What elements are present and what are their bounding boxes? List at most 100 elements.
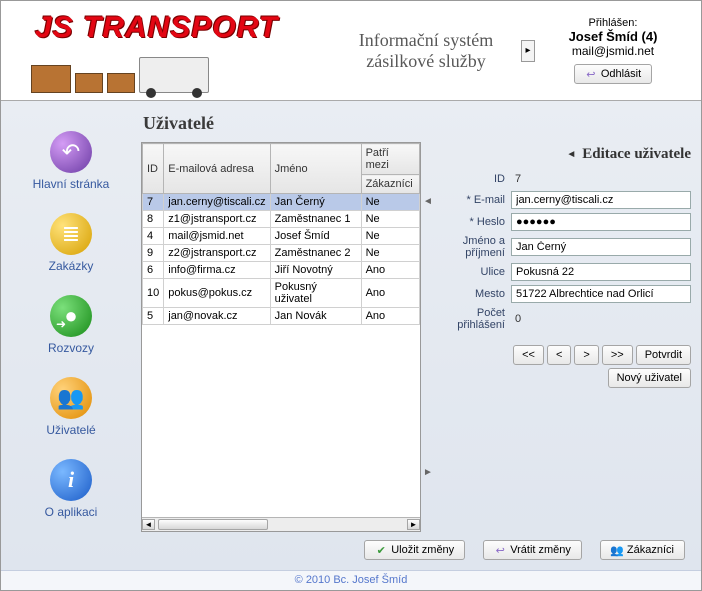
logged-user-name: Josef Šmíd (4) bbox=[543, 29, 683, 44]
email-field[interactable] bbox=[511, 191, 691, 209]
about-icon: i bbox=[50, 459, 92, 501]
table-row[interactable]: 5jan@novak.czJan NovákAno bbox=[143, 308, 420, 325]
sidebar-item-home[interactable]: ↶ Hlavní stránka bbox=[33, 131, 110, 191]
scroll-left-icon[interactable]: ◄ bbox=[142, 519, 155, 530]
table-row[interactable]: 4mail@jsmid.netJosef ŠmídNe bbox=[143, 228, 420, 245]
footer-link[interactable]: © 2010 Bc. Josef Šmíd bbox=[295, 574, 408, 586]
sidebar-item-orders[interactable]: ≣ Zakázky bbox=[49, 213, 94, 273]
sidebar-item-users[interactable]: 👥 Uživatelé bbox=[46, 377, 95, 437]
city-field[interactable] bbox=[511, 285, 691, 303]
page-title: Uživatelé bbox=[143, 113, 697, 134]
cell-name: Jan Novák bbox=[270, 308, 361, 325]
value-logins: 0 bbox=[511, 311, 691, 327]
splitter-left-icon[interactable]: ◄ bbox=[423, 196, 433, 207]
street-field[interactable] bbox=[511, 263, 691, 281]
splitter-right-icon[interactable]: ► bbox=[423, 467, 433, 478]
table-row[interactable]: 8z1@jstransport.czZaměstnanec 1Ne bbox=[143, 211, 420, 228]
col-group-top[interactable]: Patří mezi bbox=[361, 144, 419, 175]
header-collapse-toggle[interactable]: ▸ bbox=[521, 40, 535, 62]
cell-id: 6 bbox=[143, 262, 164, 279]
sidebar-item-label: Hlavní stránka bbox=[33, 177, 110, 191]
logged-user-mail: mail@jsmid.net bbox=[543, 44, 683, 58]
confirm-button[interactable]: Potvrdit bbox=[636, 345, 691, 365]
cell-id: 10 bbox=[143, 279, 164, 308]
form-collapse-toggle[interactable]: ◄ bbox=[566, 149, 576, 160]
cell-id: 4 bbox=[143, 228, 164, 245]
sidebar-item-about[interactable]: i O aplikaci bbox=[45, 459, 98, 519]
password-field[interactable] bbox=[511, 213, 691, 231]
label-city: Mesto bbox=[439, 288, 511, 300]
sidebar-item-label: Zakázky bbox=[49, 259, 94, 273]
revert-button[interactable]: ↩ Vrátit změny bbox=[483, 540, 582, 560]
sidebar-item-label: Uživatelé bbox=[46, 423, 95, 437]
cell-cust: Ne bbox=[361, 228, 419, 245]
table-row[interactable]: 6info@firma.czJiří NovotnýAno bbox=[143, 262, 420, 279]
nav-last-button[interactable]: >> bbox=[602, 345, 633, 365]
table-row[interactable]: 9z2@jstransport.czZaměstnanec 2Ne bbox=[143, 245, 420, 262]
cell-email: jan@novak.cz bbox=[164, 308, 270, 325]
label-password: Heslo bbox=[439, 216, 511, 228]
form-title: Editace uživatele bbox=[582, 146, 691, 163]
logged-in-label: Přihlášen: bbox=[543, 17, 683, 29]
splitter[interactable]: ◄ ► bbox=[423, 142, 433, 532]
logo-text: JS TRANSPORT bbox=[35, 11, 278, 45]
scroll-right-icon[interactable]: ► bbox=[407, 519, 420, 530]
save-button[interactable]: ✔ Uložit změny bbox=[364, 540, 465, 560]
col-name[interactable]: Jméno bbox=[270, 144, 361, 194]
action-bar: ✔ Uložit změny ↩ Vrátit změny 👥 Zákazníc… bbox=[141, 532, 697, 564]
customers-icon: 👥 bbox=[611, 544, 623, 556]
main: ↶ Hlavní stránka ≣ Zakázky ● Rozvozy 👥 U… bbox=[1, 101, 701, 570]
cell-cust: Ne bbox=[361, 245, 419, 262]
cell-email: info@firma.cz bbox=[164, 262, 270, 279]
cell-email: mail@jsmid.net bbox=[164, 228, 270, 245]
grid-hscrollbar[interactable]: ◄ ► bbox=[142, 517, 420, 531]
table-row[interactable]: 10pokus@pokus.czPokusný uživatelAno bbox=[143, 279, 420, 308]
cell-email: z2@jstransport.cz bbox=[164, 245, 270, 262]
sidebar-item-label: Rozvozy bbox=[48, 341, 94, 355]
system-title: Informační systém zásilkové služby bbox=[331, 30, 521, 72]
cell-cust: Ano bbox=[361, 308, 419, 325]
cell-name: Zaměstnanec 1 bbox=[270, 211, 361, 228]
value-id: 7 bbox=[511, 171, 691, 187]
sidebar-item-routes[interactable]: ● Rozvozy bbox=[48, 295, 94, 355]
nav-next-button[interactable]: > bbox=[574, 345, 598, 365]
customers-button[interactable]: 👥 Zákazníci bbox=[600, 540, 685, 560]
cell-name: Jiří Novotný bbox=[270, 262, 361, 279]
label-logins: Počet přihlášení bbox=[439, 307, 511, 331]
cell-id: 9 bbox=[143, 245, 164, 262]
label-name: Jméno a příjmení bbox=[439, 235, 511, 259]
routes-icon: ● bbox=[50, 295, 92, 337]
label-id: ID bbox=[439, 173, 511, 185]
scroll-thumb[interactable] bbox=[158, 519, 268, 530]
col-email[interactable]: E-mailová adresa bbox=[164, 144, 270, 194]
cell-name: Pokusný uživatel bbox=[270, 279, 361, 308]
users-grid: ID E-mailová adresa Jméno Patří mezi Zák… bbox=[141, 142, 421, 532]
cell-id: 5 bbox=[143, 308, 164, 325]
col-id[interactable]: ID bbox=[143, 144, 164, 194]
name-field[interactable] bbox=[511, 238, 691, 256]
edit-user-form: ◄ Editace uživatele ID 7 E-mail Heslo bbox=[435, 142, 697, 532]
new-user-button[interactable]: Nový uživatel bbox=[608, 368, 691, 388]
cell-email: pokus@pokus.cz bbox=[164, 279, 270, 308]
cell-cust: Ne bbox=[361, 194, 419, 211]
logo: JS TRANSPORT bbox=[11, 7, 331, 95]
orders-icon: ≣ bbox=[50, 213, 92, 255]
cell-id: 7 bbox=[143, 194, 164, 211]
cell-name: Jan Černý bbox=[270, 194, 361, 211]
login-info: Přihlášen: Josef Šmíd (4) mail@jsmid.net… bbox=[543, 17, 683, 84]
col-group-bottom[interactable]: Zákazníci bbox=[361, 175, 419, 194]
save-icon: ✔ bbox=[375, 544, 387, 556]
sidebar: ↶ Hlavní stránka ≣ Zakázky ● Rozvozy 👥 U… bbox=[1, 101, 141, 570]
nav-first-button[interactable]: << bbox=[513, 345, 544, 365]
table-row[interactable]: 7jan.cerny@tiscali.czJan ČernýNe bbox=[143, 194, 420, 211]
home-icon: ↶ bbox=[50, 131, 92, 173]
cell-email: jan.cerny@tiscali.cz bbox=[164, 194, 270, 211]
revert-icon: ↩ bbox=[494, 544, 506, 556]
cell-cust: Ano bbox=[361, 279, 419, 308]
content: Uživatelé ID E-mailová adresa Jméno Patř… bbox=[141, 101, 701, 570]
label-street: Ulice bbox=[439, 266, 511, 278]
nav-prev-button[interactable]: < bbox=[547, 345, 571, 365]
logout-button[interactable]: ↩ Odhlásit bbox=[574, 64, 652, 84]
label-email: E-mail bbox=[439, 194, 511, 206]
cell-id: 8 bbox=[143, 211, 164, 228]
